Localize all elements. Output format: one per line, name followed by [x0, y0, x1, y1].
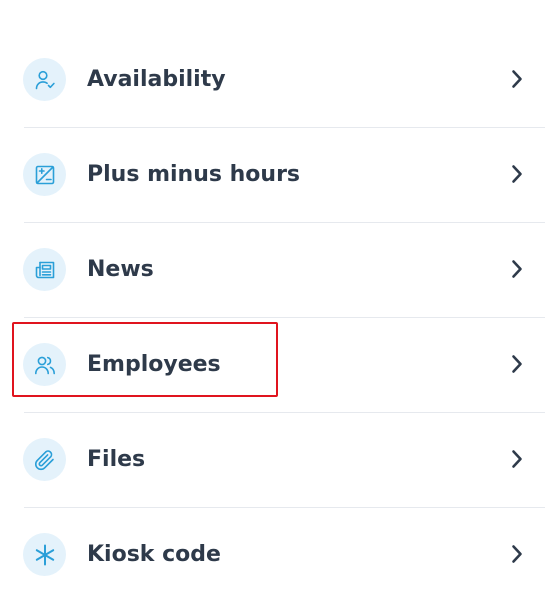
- chevron-right-icon: [509, 543, 525, 565]
- person-check-icon: [23, 58, 66, 101]
- menu-item-label: Kiosk code: [87, 542, 221, 567]
- paperclip-icon: [23, 438, 66, 481]
- chevron-right-icon: [509, 163, 525, 185]
- menu-item-label: Employees: [87, 352, 221, 377]
- menu-item-label: Plus minus hours: [87, 162, 301, 187]
- menu-item-availability[interactable]: Availability: [0, 33, 545, 128]
- menu-item-kiosk-code[interactable]: Kiosk code: [0, 508, 545, 603]
- menu-item-employees[interactable]: Employees: [0, 318, 545, 413]
- menu-item-plus-minus-hours[interactable]: Plus minus hours: [0, 128, 545, 223]
- menu-item-news[interactable]: News: [0, 223, 545, 318]
- plus-minus-icon: [23, 153, 66, 196]
- chevron-right-icon: [509, 448, 525, 470]
- menu-item-files[interactable]: Files: [0, 413, 545, 508]
- chevron-right-icon: [509, 68, 525, 90]
- chevron-right-icon: [509, 353, 525, 375]
- menu-item-label: Availability: [87, 67, 226, 92]
- menu-item-label: Files: [87, 447, 146, 472]
- chevron-right-icon: [509, 258, 525, 280]
- newspaper-icon: [23, 248, 66, 291]
- settings-menu: Availability Plus minus hours News Emplo…: [0, 33, 545, 603]
- menu-item-label: News: [87, 257, 154, 282]
- people-icon: [23, 343, 66, 386]
- asterisk-icon: [23, 533, 66, 576]
